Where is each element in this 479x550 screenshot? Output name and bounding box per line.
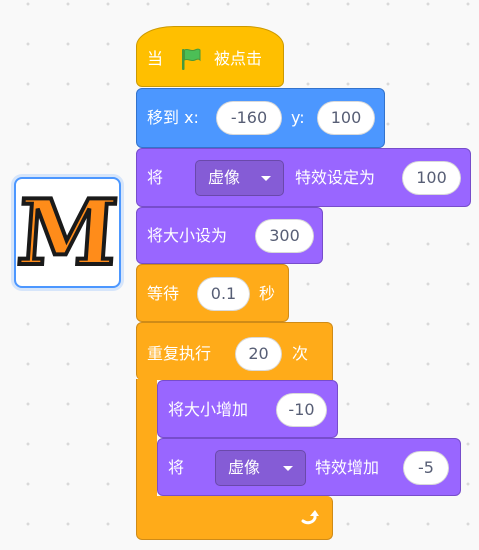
y-label: y: [291,108,305,127]
sprite-letter: M [12,178,123,288]
set-effect-value-input[interactable]: 100 [402,161,461,195]
change-size-value-input[interactable]: -10 [276,393,327,427]
effect-dropdown-value: 虚像 [208,168,241,187]
green-flag-icon [178,46,204,76]
change-size-block[interactable]: 将大小增加 -10 [157,380,338,438]
dropdown-arrow-icon [261,176,271,181]
goto-xy-block[interactable]: 移到 x: -160 y: 100 [136,88,385,148]
dropdown-arrow-icon [283,466,293,471]
set-size-value-input[interactable]: 300 [255,219,314,253]
clicked-label: 被点击 [214,49,263,68]
effect-dropdown[interactable]: 虚像 [195,160,284,196]
set-size-label: 将大小设为 [147,226,228,245]
when-flag-clicked-block[interactable]: 当 被点击 [136,26,284,87]
set-effect-pre-label: 将 [147,168,164,187]
set-effect-post-label: 特效设定为 [295,168,376,187]
goto-label: 移到 x: [147,108,199,127]
change-effect-pre-label: 将 [168,458,185,477]
repeat-count-input[interactable]: 20 [235,337,282,371]
set-size-block[interactable]: 将大小设为 300 [136,207,323,264]
change-size-label: 将大小增加 [168,400,249,419]
wait-block[interactable]: 等待 0.1 秒 [136,264,289,322]
set-effect-block[interactable]: 将 虚像 特效设定为 100 [136,148,471,207]
x-input[interactable]: -160 [216,101,282,135]
repeat-label: 重复执行 [147,344,212,363]
sprite-thumbnail[interactable]: M [12,177,123,288]
repeat-arm [136,379,157,499]
repeat-unit-label: 次 [292,344,309,363]
wait-label: 等待 [147,284,180,303]
repeat-footer [136,496,333,540]
repeat-header[interactable]: 重复执行 20 次 [136,322,333,380]
change-effect-block[interactable]: 将 虚像 特效增加 -5 [157,438,461,496]
change-effect-dropdown-value: 虚像 [228,458,261,477]
wait-value-input[interactable]: 0.1 [197,277,250,311]
change-effect-dropdown[interactable]: 虚像 [215,450,306,486]
wait-unit-label: 秒 [259,284,276,303]
loop-arrow-icon [299,506,321,532]
change-effect-post-label: 特效增加 [315,458,380,477]
y-input[interactable]: 100 [317,101,375,135]
when-label: 当 [147,49,164,68]
change-effect-value-input[interactable]: -5 [403,451,449,485]
